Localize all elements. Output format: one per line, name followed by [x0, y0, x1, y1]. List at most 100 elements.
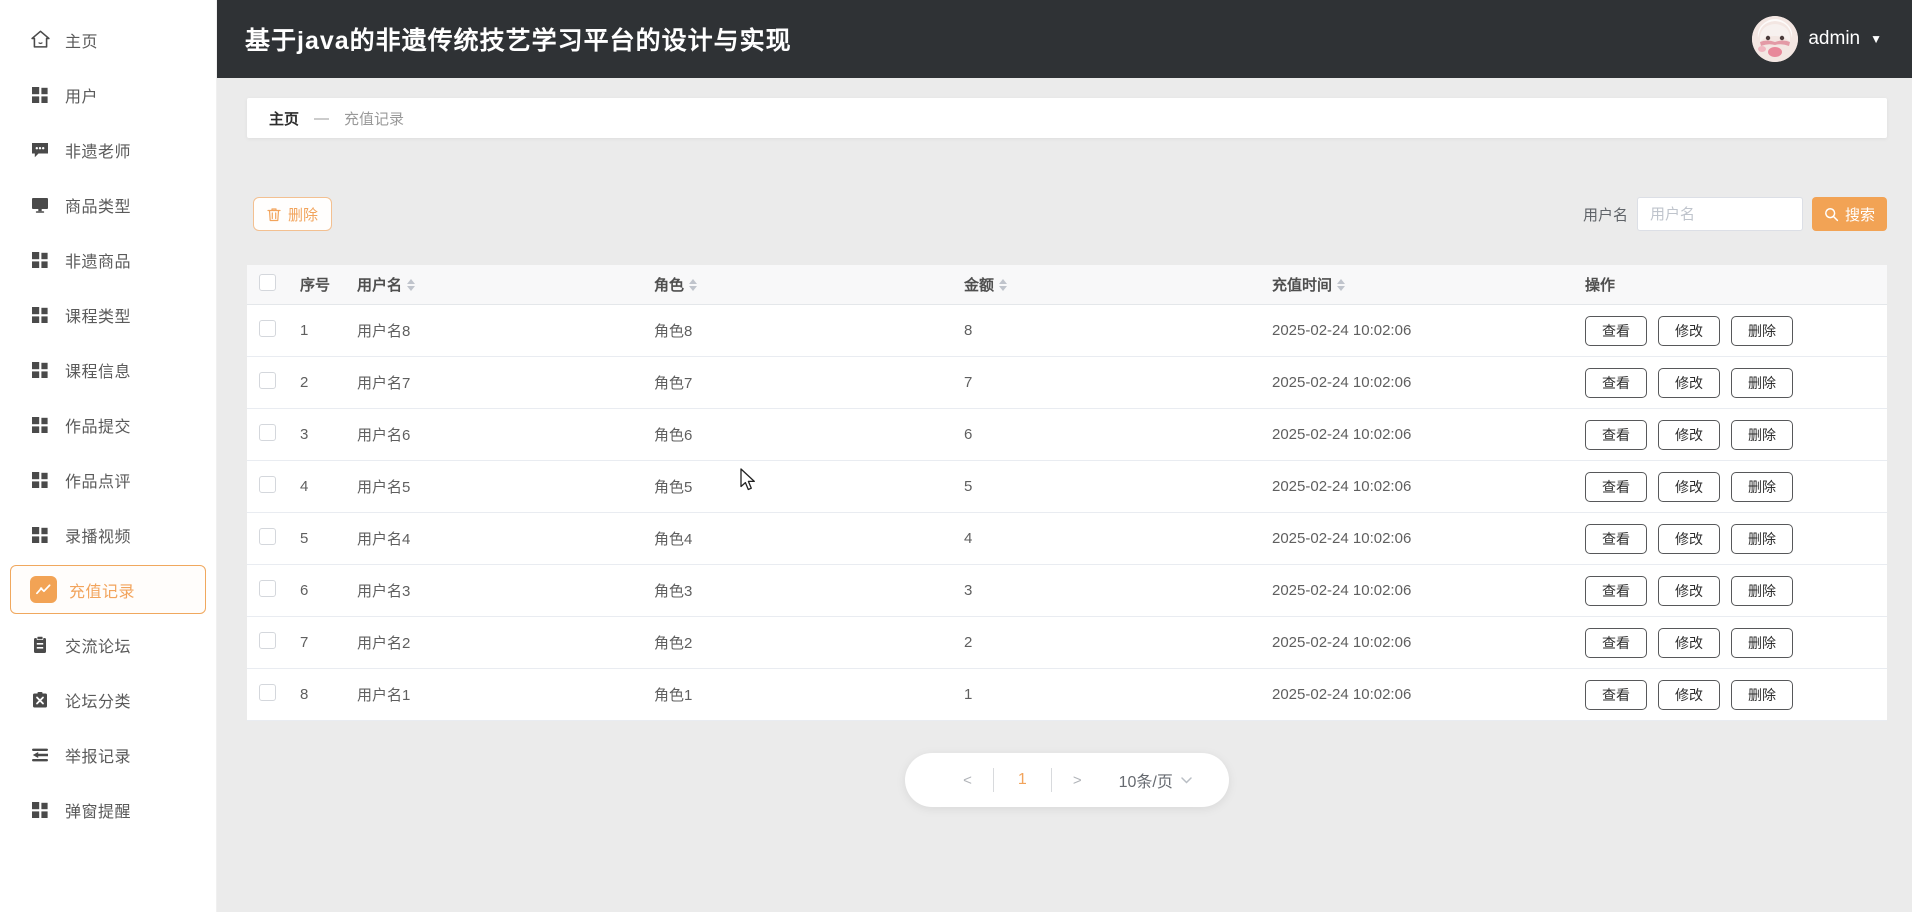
- cell-username: 用户名8: [357, 323, 411, 340]
- table-row: 5 用户名4 角色4 4 2025-02-24 10:02:06 查看 修改 删除: [247, 513, 1887, 565]
- sidebar-item-course-info[interactable]: 课程信息: [0, 342, 216, 397]
- table-row: 2 用户名7 角色7 7 2025-02-24 10:02:06 查看 修改 删除: [247, 357, 1887, 409]
- row-delete-button[interactable]: 删除: [1731, 679, 1793, 710]
- chat-icon: [29, 139, 51, 161]
- username-filter-input[interactable]: [1636, 197, 1803, 231]
- row-checkbox[interactable]: [259, 527, 276, 545]
- sidebar-item-videos[interactable]: 录播视频: [0, 507, 216, 562]
- sidebar-item-label: 主页: [65, 33, 99, 51]
- sidebar-item-label: 课程信息: [65, 363, 132, 381]
- sidebar-item-label: 商品类型: [65, 198, 132, 216]
- cell-role: 角色3: [654, 583, 693, 600]
- view-button[interactable]: 查看: [1585, 627, 1647, 658]
- cell-role: 角色8: [654, 323, 693, 340]
- row-checkbox[interactable]: [259, 631, 276, 649]
- sidebar-item-forum-categories[interactable]: 论坛分类: [0, 672, 216, 727]
- grid-icon: [29, 84, 51, 106]
- edit-button[interactable]: 修改: [1658, 575, 1720, 606]
- sidebar-item-work-review[interactable]: 作品点评: [0, 452, 216, 507]
- column-header-username[interactable]: 用户名: [357, 274, 654, 295]
- view-button[interactable]: 查看: [1585, 367, 1647, 398]
- cell-index: 4: [300, 478, 309, 495]
- row-checkbox[interactable]: [259, 423, 276, 441]
- row-delete-button[interactable]: 删除: [1731, 471, 1793, 502]
- search-group: 用户名 搜索: [1583, 197, 1887, 231]
- row-delete-button[interactable]: 删除: [1731, 575, 1793, 606]
- sidebar-item-forum[interactable]: 交流论坛: [0, 617, 216, 672]
- edit-button[interactable]: 修改: [1658, 367, 1720, 398]
- cell-index: 8: [300, 686, 309, 703]
- cell-amount: 3: [964, 582, 973, 599]
- breadcrumb: 主页 — 充值记录: [247, 98, 1887, 138]
- sidebar-item-products[interactable]: 非遗商品: [0, 232, 216, 287]
- user-menu[interactable]: admin ▼: [1752, 0, 1882, 78]
- row-checkbox[interactable]: [259, 475, 276, 493]
- breadcrumb-separator: —: [314, 109, 330, 127]
- row-delete-button[interactable]: 删除: [1731, 315, 1793, 346]
- breadcrumb-home[interactable]: 主页: [269, 108, 299, 129]
- clipboard-icon: [29, 634, 51, 656]
- row-delete-button[interactable]: 删除: [1731, 523, 1793, 554]
- sort-icon[interactable]: [689, 278, 698, 291]
- row-checkbox[interactable]: [259, 683, 276, 701]
- view-button[interactable]: 查看: [1585, 575, 1647, 606]
- table-row: 1 用户名8 角色8 8 2025-02-24 10:02:06 查看 修改 删除: [247, 305, 1887, 357]
- sidebar-item-users[interactable]: 用户: [0, 67, 216, 122]
- sort-icon[interactable]: [407, 278, 416, 291]
- cell-time: 2025-02-24 10:02:06: [1272, 582, 1412, 599]
- view-button[interactable]: 查看: [1585, 679, 1647, 710]
- view-button[interactable]: 查看: [1585, 419, 1647, 450]
- grid-icon: [29, 249, 51, 271]
- sidebar-item-popup-reminders[interactable]: 弹窗提醒: [0, 782, 216, 837]
- delete-button[interactable]: 删除: [253, 197, 333, 231]
- cell-username: 用户名2: [357, 635, 411, 652]
- view-button[interactable]: 查看: [1585, 315, 1647, 346]
- sidebar-item-work-submit[interactable]: 作品提交: [0, 397, 216, 452]
- column-header-role[interactable]: 角色: [654, 274, 964, 295]
- page-size-select[interactable]: 10条/页: [1119, 768, 1192, 792]
- view-button[interactable]: 查看: [1585, 523, 1647, 554]
- grid-icon: [29, 524, 51, 546]
- table-row: 4 用户名5 角色5 5 2025-02-24 10:02:06 查看 修改 删除: [247, 461, 1887, 513]
- edit-button[interactable]: 修改: [1658, 315, 1720, 346]
- cell-index: 1: [300, 322, 309, 339]
- row-delete-button[interactable]: 删除: [1731, 419, 1793, 450]
- view-button[interactable]: 查看: [1585, 471, 1647, 502]
- sidebar-item-teachers[interactable]: 非遗老师: [0, 122, 216, 177]
- edit-button[interactable]: 修改: [1658, 419, 1720, 450]
- search-icon: [1824, 207, 1839, 222]
- sidebar-item-report-records[interactable]: 举报记录: [0, 727, 216, 782]
- page-number-current[interactable]: 1: [994, 771, 1051, 789]
- edit-button[interactable]: 修改: [1658, 679, 1720, 710]
- column-header-amount[interactable]: 金额: [964, 274, 1272, 295]
- row-delete-button[interactable]: 删除: [1731, 627, 1793, 658]
- filter-label: 用户名: [1582, 206, 1628, 224]
- sidebar-item-product-types[interactable]: 商品类型: [0, 177, 216, 232]
- sidebar-item-recharge-records[interactable]: 充值记录: [10, 565, 206, 614]
- cell-index: 3: [300, 426, 309, 443]
- avatar[interactable]: [1752, 16, 1799, 62]
- cell-index: 5: [300, 530, 309, 547]
- row-checkbox[interactable]: [259, 371, 276, 389]
- search-button-label: 搜索: [1844, 206, 1875, 224]
- sort-icon[interactable]: [999, 278, 1008, 291]
- row-checkbox[interactable]: [259, 579, 276, 597]
- edit-button[interactable]: 修改: [1658, 523, 1720, 554]
- row-checkbox[interactable]: [259, 319, 276, 337]
- row-delete-button[interactable]: 删除: [1731, 367, 1793, 398]
- page-size-label: 10条/页: [1118, 774, 1173, 791]
- delete-button-label: 删除: [288, 206, 319, 224]
- edit-button[interactable]: 修改: [1658, 471, 1720, 502]
- next-page-button[interactable]: >: [1052, 772, 1103, 789]
- column-header-time[interactable]: 充值时间: [1272, 274, 1585, 295]
- prev-page-button[interactable]: <: [942, 772, 993, 789]
- edit-button[interactable]: 修改: [1658, 627, 1720, 658]
- sort-icon[interactable]: [1337, 278, 1346, 291]
- cell-time: 2025-02-24 10:02:06: [1272, 530, 1412, 547]
- sidebar-item-course-types[interactable]: 课程类型: [0, 287, 216, 342]
- sidebar-item-home[interactable]: 主页: [0, 12, 216, 67]
- search-button[interactable]: 搜索: [1811, 197, 1887, 231]
- cell-role: 角色5: [654, 479, 693, 496]
- table-row: 8 用户名1 角色1 1 2025-02-24 10:02:06 查看 修改 删除: [247, 669, 1887, 721]
- select-all-checkbox[interactable]: [259, 273, 276, 291]
